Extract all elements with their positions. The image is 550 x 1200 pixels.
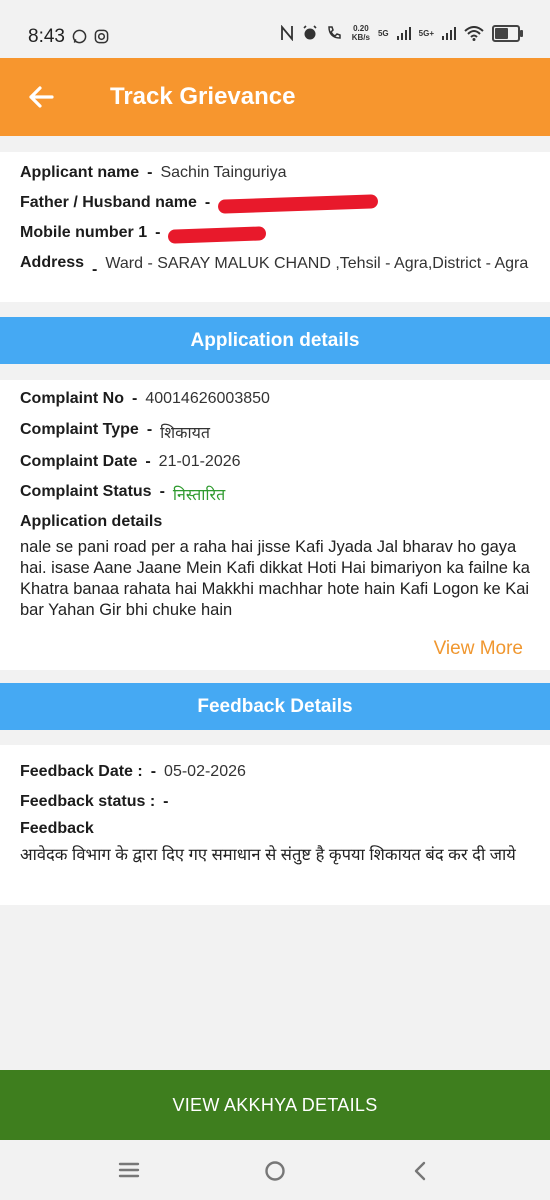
complaint-date-row: Complaint Date - 21-01-2026 — [20, 453, 241, 470]
complaint-type-label: Complaint Type — [20, 421, 139, 438]
wifi-icon — [464, 25, 484, 41]
system-nav-bar — [0, 1140, 550, 1200]
signal-icon — [396, 26, 411, 40]
whatsapp-icon — [72, 29, 87, 43]
complaint-no-row: Complaint No - 40014626003850 — [20, 390, 270, 407]
app-header: Track Grievance — [0, 58, 550, 136]
status-time: 8:43 — [28, 26, 65, 47]
complaint-status-row: Complaint Status - निस्तारित — [20, 483, 226, 504]
applicant-name-row: Applicant name - Sachin Tainguriya — [20, 164, 287, 181]
alarm-icon — [303, 25, 317, 40]
nfc-icon — [280, 25, 293, 41]
father-name-row: Father / Husband name - — [20, 194, 530, 214]
complaint-no-value: 40014626003850 — [145, 390, 270, 407]
complaint-date-value: 21-01-2026 — [158, 453, 241, 470]
mobile-label: Mobile number 1 — [20, 224, 148, 241]
network-speed: 0.20 KB/s — [352, 24, 370, 42]
redaction-mark — [168, 226, 267, 244]
feedback-label: Feedback — [20, 820, 94, 837]
mobile-row: Mobile number 1 - — [20, 224, 530, 244]
complaint-type-row: Complaint Type - शिकायत — [20, 421, 211, 442]
call-icon — [327, 26, 341, 39]
page-title: Track Grievance — [110, 83, 296, 110]
notification-icons — [72, 27, 109, 44]
applicant-name-label: Applicant name — [20, 164, 140, 181]
feedback-status-label: Feedback status : — [20, 793, 156, 810]
application-details-label-row: Application details — [20, 513, 530, 531]
status-bar: 8:43 0.20 KB/s 5G 5G+ — [0, 0, 550, 58]
speed-unit: KB/s — [351, 33, 370, 42]
back-arrow-icon[interactable] — [26, 82, 56, 112]
back-nav-icon[interactable] — [412, 1160, 428, 1182]
feedback-card: Feedback Date : - 05-02-2026 Feedback st… — [0, 745, 550, 905]
complaint-status-label: Complaint Status — [20, 483, 152, 500]
feedback-status-row: Feedback status : - — [20, 793, 169, 810]
applicant-name-value: Sachin Tainguriya — [160, 164, 287, 181]
battery-icon — [492, 24, 523, 42]
father-name-label: Father / Husband name — [20, 194, 197, 211]
view-more-link[interactable]: View More — [434, 638, 523, 660]
address-label: Address — [20, 254, 85, 271]
view-akkhya-details-button[interactable]: VIEW AKKHYA DETAILS — [0, 1070, 550, 1140]
application-section-header: Application details — [0, 317, 550, 364]
network-5g-plus: 5G+ — [418, 28, 434, 38]
system-icons: 0.20 KB/s 5G 5G+ — [280, 24, 523, 42]
complaint-no-label: Complaint No — [20, 390, 124, 407]
complaint-status-value: निस्तारित — [172, 487, 226, 504]
complaint-date-label: Complaint Date — [20, 453, 138, 470]
feedback-date-label: Feedback Date : — [20, 763, 143, 780]
address-value: Ward - SARAY MALUK CHAND ,Tehsil - Agra,… — [105, 255, 529, 272]
feedback-section-header: Feedback Details — [0, 683, 550, 730]
feedback-label-row: Feedback — [20, 820, 530, 838]
home-icon[interactable] — [264, 1160, 286, 1182]
recent-apps-icon[interactable] — [118, 1160, 140, 1180]
application-card: Complaint No - 40014626003850 Complaint … — [0, 380, 550, 670]
address-row: Address - Ward - SARAY MALUK CHAND ,Tehs… — [20, 254, 529, 278]
signal-icon — [442, 26, 456, 40]
feedback-text: आवेदक विभाग के द्वारा दिए गए समाधान से स… — [20, 846, 516, 864]
application-details-text: nale se pani road per a raha hai jisse K… — [20, 538, 530, 619]
network-5g: 5G — [377, 28, 389, 38]
feedback-date-row: Feedback Date : - 05-02-2026 — [20, 763, 246, 780]
complaint-type-value: शिकायत — [160, 425, 211, 442]
applicant-card: Applicant name - Sachin Tainguriya Fathe… — [0, 152, 550, 302]
instagram-icon — [94, 29, 109, 43]
application-details-label: Application details — [20, 513, 163, 530]
redaction-mark — [218, 194, 379, 214]
feedback-date-value: 05-02-2026 — [164, 763, 246, 780]
speed-value: 0.20 — [353, 24, 369, 33]
